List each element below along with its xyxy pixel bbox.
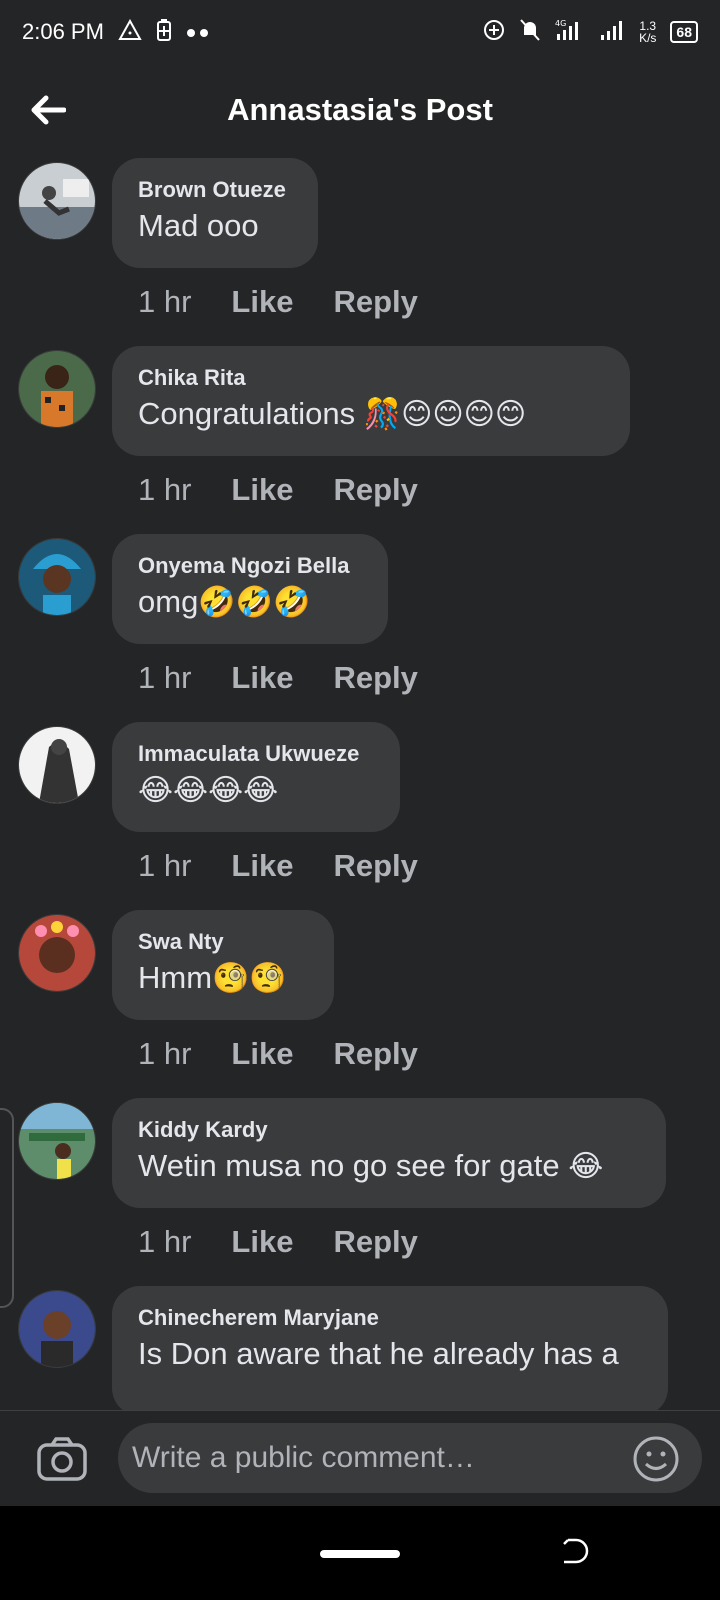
- comment-bubble: Chika Rita Congratulations 🎊😊😊😊😊: [112, 346, 630, 456]
- signal-4g-label: 4G: [555, 19, 566, 28]
- comment-item: Onyema Ngozi Bella omg🤣🤣🤣 1 hr Like Repl…: [0, 534, 720, 726]
- comment-actions: 1 hr Like Reply: [138, 846, 418, 886]
- system-nav-bar: [0, 1506, 720, 1600]
- more-notifications-icon: [186, 22, 210, 42]
- comment-item: Chinecherem Maryjane Is Don aware that h…: [0, 1286, 720, 1410]
- camera-icon: [37, 1437, 87, 1481]
- status-bar: 2:06 PM 4G 1.3 K/s 68: [0, 0, 720, 64]
- battery-saver-icon: [156, 18, 172, 46]
- comment-bubble: Chinecherem Maryjane Is Don aware that h…: [112, 1286, 668, 1410]
- status-left: 2:06 PM: [22, 18, 210, 46]
- reply-button[interactable]: Reply: [333, 282, 417, 322]
- comment-item: Kiddy Kardy Wetin musa no go see for gat…: [0, 1098, 720, 1290]
- comment-time[interactable]: 1 hr: [138, 282, 191, 322]
- comment-actions: 1 hr Like Reply: [138, 1034, 418, 1074]
- comment-text-body: Hmm: [138, 960, 213, 995]
- comment-author[interactable]: Kiddy Kardy: [138, 1116, 638, 1144]
- comment-text-body: omg: [138, 584, 199, 619]
- comment-bubble: Brown Otueze Mad ooo: [112, 158, 318, 268]
- comment-emoji: 😂: [568, 1150, 604, 1183]
- network-speed: 1.3 K/s: [639, 20, 656, 44]
- page-title: Annastasia's Post: [227, 92, 493, 127]
- emoji-button[interactable]: [632, 1435, 680, 1483]
- comment-author[interactable]: Chika Rita: [138, 364, 602, 392]
- comment-author[interactable]: Brown Otueze: [138, 176, 290, 204]
- like-button[interactable]: Like: [231, 658, 293, 698]
- avatar[interactable]: [18, 162, 96, 240]
- like-button[interactable]: Like: [231, 846, 293, 886]
- like-button[interactable]: Like: [231, 470, 293, 510]
- comment-text: Congratulations 🎊😊😊😊😊: [138, 392, 602, 437]
- comment-bubble: Immaculata Ukwueze 😂😂😂😂: [112, 722, 400, 832]
- comment-time[interactable]: 1 hr: [138, 846, 191, 886]
- comment-author[interactable]: Swa Nty: [138, 928, 306, 956]
- comment-text: omg🤣🤣🤣: [138, 580, 360, 625]
- comment-actions: 1 hr Like Reply: [138, 658, 418, 698]
- post-header: Annastasia's Post: [0, 64, 720, 160]
- battery-indicator: 68: [670, 21, 698, 43]
- comment-actions: 1 hr Like Reply: [138, 1222, 418, 1262]
- comment-input[interactable]: [118, 1423, 702, 1493]
- smiley-icon: [633, 1436, 679, 1482]
- comment-text: Hmm🧐🧐: [138, 956, 306, 1001]
- comment-bubble: Onyema Ngozi Bella omg🤣🤣🤣: [112, 534, 388, 644]
- comment-emoji: 🎊😊😊😊😊: [363, 398, 527, 431]
- comment-actions: 1 hr Like Reply: [138, 470, 418, 510]
- comment-emoji: 😂😂😂😂: [138, 774, 279, 807]
- comment-text: 😂😂😂😂: [138, 768, 372, 813]
- comment-text-body: Congratulations: [138, 396, 364, 431]
- comment-author[interactable]: Onyema Ngozi Bella: [138, 552, 360, 580]
- avatar[interactable]: [18, 538, 96, 616]
- comment-time[interactable]: 1 hr: [138, 1222, 191, 1262]
- comment-composer: [0, 1410, 720, 1507]
- like-button[interactable]: Like: [231, 282, 293, 322]
- reply-button[interactable]: Reply: [333, 846, 417, 886]
- data-saver-icon: [483, 19, 505, 45]
- camera-button[interactable]: [36, 1435, 88, 1483]
- avatar[interactable]: [18, 1102, 96, 1180]
- comment-text: Wetin musa no go see for gate 😂: [138, 1144, 638, 1189]
- status-right: 4G 1.3 K/s 68: [483, 18, 698, 46]
- bell-muted-icon: [519, 18, 541, 46]
- avatar[interactable]: [18, 350, 96, 428]
- status-time: 2:06 PM: [22, 19, 104, 44]
- like-button[interactable]: Like: [231, 1222, 293, 1262]
- comment-text-body: Wetin musa no go see for gate: [138, 1148, 569, 1183]
- comment-author[interactable]: Chinecherem Maryjane: [138, 1304, 640, 1332]
- comment-text: Mad ooo: [138, 204, 290, 248]
- like-button[interactable]: Like: [231, 1034, 293, 1074]
- comment-time[interactable]: 1 hr: [138, 1034, 191, 1074]
- comment-emoji: 🧐🧐: [212, 962, 287, 995]
- comment-bubble: Kiddy Kardy Wetin musa no go see for gat…: [112, 1098, 666, 1208]
- avatar[interactable]: [18, 1290, 96, 1368]
- home-gesture-bar[interactable]: [320, 1550, 400, 1558]
- comments-list[interactable]: Brown Otueze Mad ooo 1 hr Like Reply Chi…: [0, 158, 720, 1410]
- avatar[interactable]: [18, 914, 96, 992]
- avatar[interactable]: [18, 726, 96, 804]
- comment-emoji: 🤣🤣🤣: [198, 586, 311, 619]
- comment-text-body: Is Don aware that he already has a: [138, 1336, 619, 1371]
- back-gesture-icon: [563, 1538, 589, 1564]
- signal-4g-icon: 4G: [555, 18, 585, 46]
- reply-button[interactable]: Reply: [333, 658, 417, 698]
- reply-button[interactable]: Reply: [333, 1222, 417, 1262]
- comment-item: Immaculata Ukwueze 😂😂😂😂 1 hr Like Reply: [0, 722, 720, 914]
- comment-time[interactable]: 1 hr: [138, 470, 191, 510]
- comment-item: Swa Nty Hmm🧐🧐 1 hr Like Reply: [0, 910, 720, 1102]
- scroll-handle[interactable]: [0, 1108, 14, 1308]
- comment-actions: 1 hr Like Reply: [138, 282, 418, 322]
- signal-icon: [599, 19, 625, 45]
- comment-time[interactable]: 1 hr: [138, 658, 191, 698]
- comment-item: Chika Rita Congratulations 🎊😊😊😊😊 1 hr Li…: [0, 346, 720, 538]
- back-gesture-button[interactable]: [560, 1536, 590, 1566]
- comment-text: Is Don aware that he already has a: [138, 1332, 640, 1376]
- warning-triangle-icon: [118, 18, 142, 45]
- reply-button[interactable]: Reply: [333, 1034, 417, 1074]
- comment-text-body: Mad ooo: [138, 208, 259, 243]
- network-speed-unit: K/s: [639, 31, 657, 45]
- comment-item: Brown Otueze Mad ooo 1 hr Like Reply: [0, 158, 720, 350]
- comment-author[interactable]: Immaculata Ukwueze: [138, 740, 372, 768]
- reply-button[interactable]: Reply: [333, 470, 417, 510]
- comment-bubble: Swa Nty Hmm🧐🧐: [112, 910, 334, 1020]
